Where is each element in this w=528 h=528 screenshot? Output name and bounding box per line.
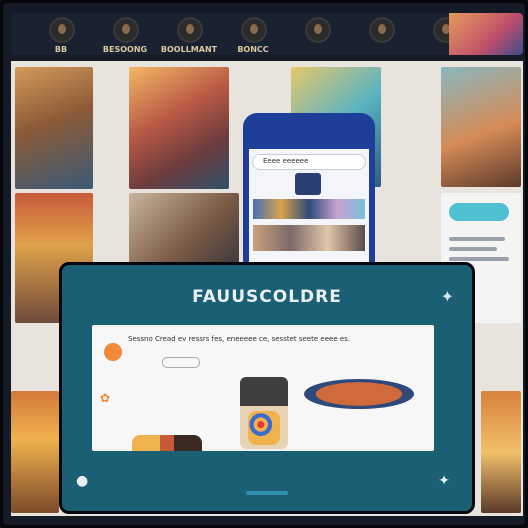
card-badge	[449, 203, 509, 221]
top-item-label: BESOONG	[102, 45, 148, 54]
gallery-image[interactable]	[129, 67, 229, 189]
tag-chip[interactable]	[162, 357, 200, 368]
food-image	[132, 435, 202, 451]
top-item-label: BONCC	[237, 45, 269, 54]
flower-icon: ✿	[100, 391, 111, 405]
chat-bubble-icon	[104, 343, 122, 361]
app-window: BB BESOONG BOOLLMANT BONCC Eeee eeeeee F…	[0, 0, 528, 528]
modal-content-card: Sessno Cread ev ressrs fes, eneeeee ce, …	[92, 325, 434, 451]
phone-image	[295, 173, 321, 195]
modal-footer: ● ✦	[76, 471, 456, 497]
text-line	[449, 247, 497, 251]
top-right-illustration	[449, 13, 523, 55]
avatar	[371, 19, 393, 41]
avatar	[115, 19, 137, 41]
top-item-1[interactable]: BB	[31, 17, 91, 54]
user-icon[interactable]: ●	[76, 473, 88, 489]
top-item-4[interactable]: BONCC	[223, 17, 283, 54]
search-text: Eeee eeeeee	[263, 157, 309, 165]
avatar	[179, 19, 201, 41]
top-item-5[interactable]	[287, 17, 347, 53]
modal-message: Sessno Cread ev ressrs fes, eneeeee ce, …	[128, 335, 351, 343]
modal-title: FAUUSCOLDRE	[192, 287, 342, 307]
thumbnail-strip	[253, 199, 365, 219]
top-item-label: BOOLLMANT	[160, 45, 218, 54]
gallery-image[interactable]	[11, 391, 59, 513]
top-item-6[interactable]	[351, 17, 411, 53]
drag-handle[interactable]	[246, 491, 288, 495]
gallery-image[interactable]	[15, 67, 93, 189]
gallery-image[interactable]	[481, 391, 521, 513]
avatar	[51, 19, 73, 41]
text-line	[449, 237, 505, 241]
text-line	[449, 257, 509, 261]
avatar	[243, 19, 265, 41]
top-item-2[interactable]: BESOONG	[95, 17, 155, 54]
top-item-label: BB	[54, 45, 68, 54]
thumbnail-row	[253, 225, 365, 251]
top-item-3[interactable]: BOOLLMANT	[159, 17, 219, 54]
phone-mockup: Eeee eeeeee	[243, 113, 375, 263]
modal-dialog: FAUUSCOLDRE ✦ Sessno Cread ev ressrs fes…	[59, 262, 475, 514]
phone-screen: Eeee eeeeee	[249, 149, 369, 263]
avatar	[307, 19, 329, 41]
mannequin-image	[240, 377, 288, 449]
gallery-image[interactable]	[441, 67, 521, 187]
sparkle-icon[interactable]: ✦	[438, 473, 450, 489]
bowl-image	[304, 379, 414, 409]
search-bar[interactable]: Eeee eeeeee	[253, 155, 365, 169]
sparkle-icon[interactable]: ✦	[441, 287, 454, 306]
gallery-image[interactable]	[129, 193, 239, 263]
top-gallery-strip: BB BESOONG BOOLLMANT BONCC	[11, 13, 523, 55]
